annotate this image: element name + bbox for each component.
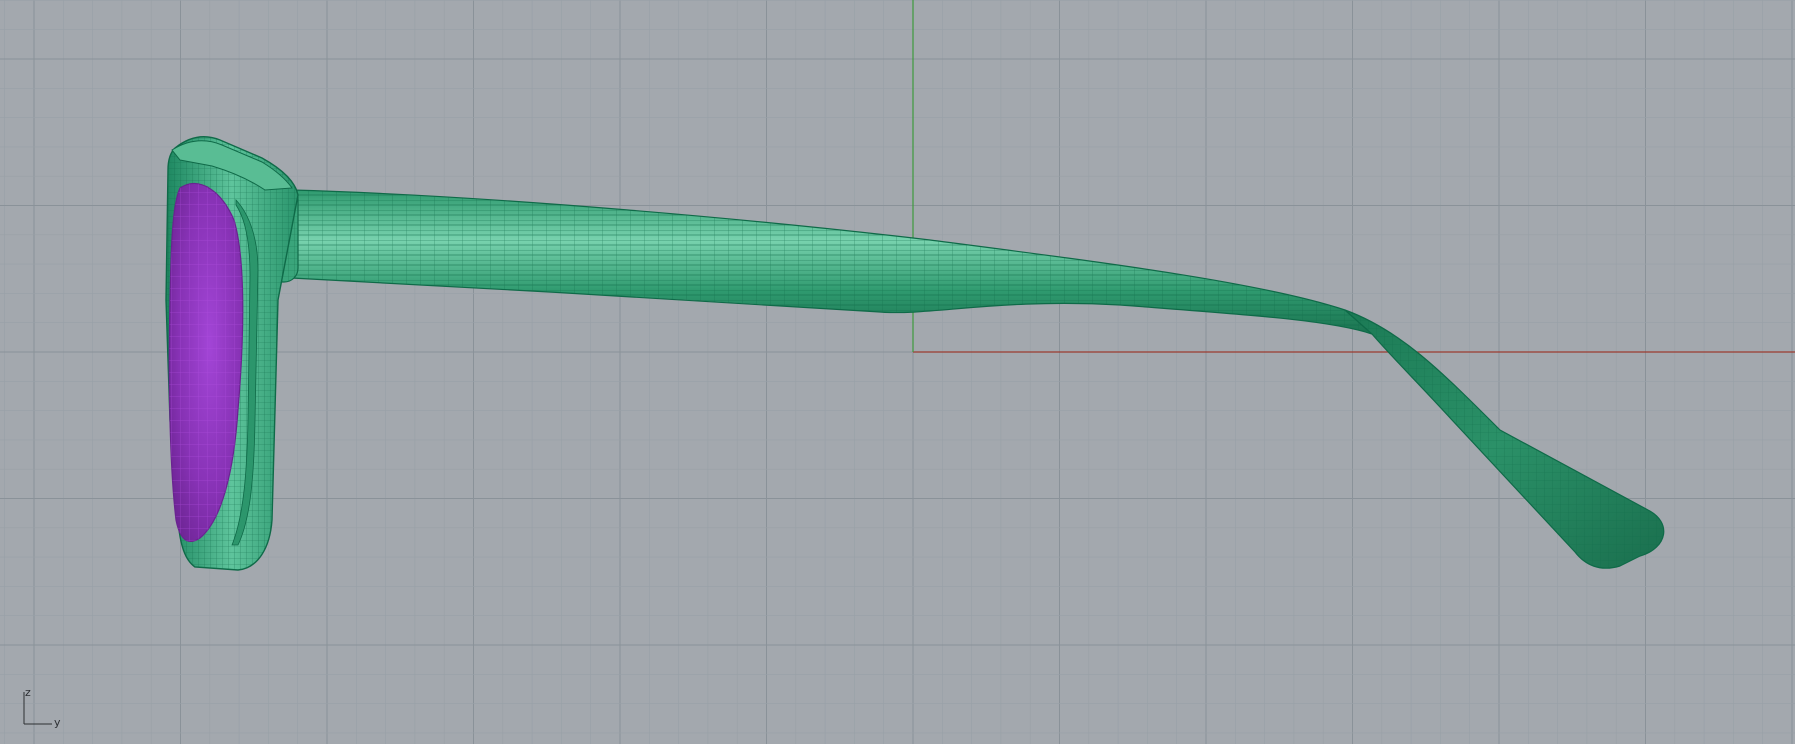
viewport-canvas[interactable]: z y bbox=[0, 0, 1795, 744]
gizmo-z-label: z bbox=[25, 686, 31, 699]
sunglasses-model[interactable] bbox=[165, 136, 1665, 571]
rhino-right-viewport[interactable]: z y bbox=[0, 0, 1795, 744]
gizmo-y-label: y bbox=[54, 716, 61, 729]
axis-gizmo: z y bbox=[23, 686, 61, 729]
